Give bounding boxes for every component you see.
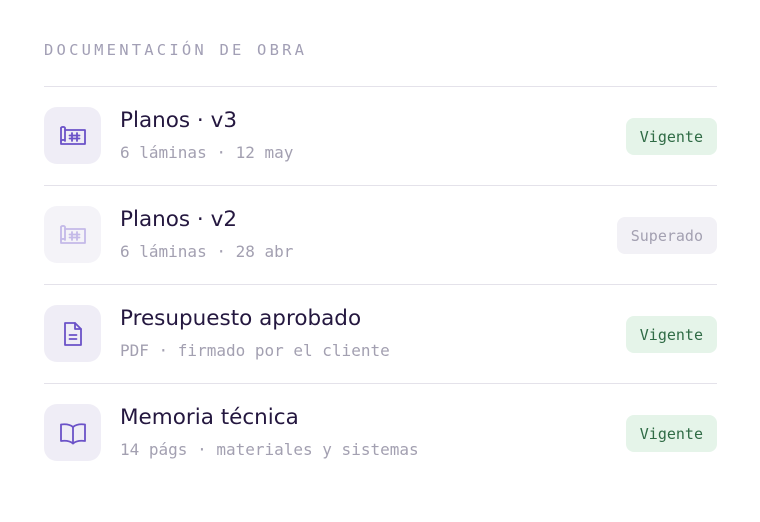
document-row-memoria-tecnica[interactable]: Memoria técnica 14 págs · materiales y s… [44,384,717,482]
document-title: Presupuesto aprobado [120,306,362,331]
blueprint-icon [44,206,101,263]
document-meta: 6 láminas · 12 may [120,143,294,162]
document-row-planos-v3[interactable]: Planos · v3 6 láminas · 12 may Vigente [44,87,717,185]
document-icon [44,305,101,362]
status-badge: Superado [616,217,717,254]
document-title: Memoria técnica [120,405,299,430]
section-heading: DOCUMENTACIÓN DE OBRA [44,41,308,59]
status-badge: Vigente [625,415,717,452]
document-title: Planos · v3 [120,108,238,133]
blueprint-icon [44,107,101,164]
open-book-icon [44,404,101,461]
document-meta: PDF · firmado por el cliente [120,341,390,360]
document-row-presupuesto[interactable]: Presupuesto aprobado PDF · firmado por e… [44,285,717,383]
document-meta: 14 págs · materiales y sistemas [120,440,419,459]
status-badge: Vigente [625,118,717,155]
status-badge: Vigente [625,316,717,353]
document-meta: 6 láminas · 28 abr [120,242,294,261]
document-title: Planos · v2 [120,207,238,232]
document-row-planos-v2[interactable]: Planos · v2 6 láminas · 28 abr Superado [44,186,717,284]
